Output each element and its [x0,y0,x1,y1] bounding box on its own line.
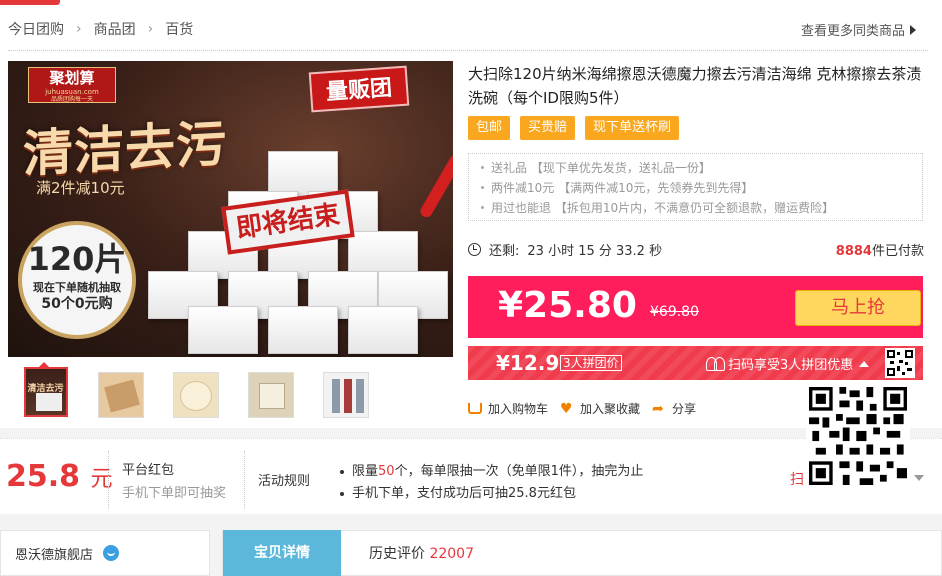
qr-code-small-icon [885,348,915,378]
caret-right-icon [910,24,916,35]
product-tags: 包邮 买贵赔 现下单送杯刷 [468,116,689,140]
bottom-bar: 恩沃德旗舰店 宝贝详情 历史评价 22007 [0,520,942,576]
chevron-right-icon: › [76,21,82,37]
top-tab-indicator [0,0,60,5]
thumbnail-image[interactable] [322,372,369,418]
thumbnail[interactable] [83,362,158,422]
thumbnail-image[interactable]: 清洁去污 [23,367,68,417]
section-gap [0,428,942,438]
product-title: 大扫除120片纳米海绵擦恩沃德魔力擦去污清洁海绵 克林擦擦去茶渍洗碗（每个ID限… [468,65,922,107]
caret-up-icon [859,360,870,367]
tab-details[interactable]: 宝贝详情 [223,530,341,576]
group-scan-hint: 扫码享受3人拼团优惠 [706,354,870,373]
detail-tabs: 宝贝详情 历史评价 22007 [222,530,942,576]
current-price: ¥25.80 [498,285,637,326]
add-to-cart-link[interactable]: 加入购物车 [468,400,548,417]
add-to-favorites-link[interactable]: ♥ 加入聚收藏 [560,400,640,417]
people-icon [706,356,725,371]
clock-icon [468,243,481,256]
thumbnail[interactable]: 清洁去污 [8,362,83,422]
wangwang-chat-icon[interactable] [103,545,120,561]
volume-tag: 量贩团 [308,65,410,113]
breadcrumb: 今日团购 › 商品团 › 百货 [8,18,193,40]
group-price: ¥12.9 [496,351,560,375]
thumbnail[interactable] [158,362,233,422]
juhuasuan-logo: 聚划算 juhuasuan.com 品质团购每一天 [28,67,116,103]
promotion-item: 用过也能退 【拆包用10片内，不满意仍可全额退款，赠运费险】 [481,198,922,218]
tag-free-shipping: 包邮 [468,116,511,140]
reviews-label: 历史评价 [369,546,425,562]
more-similar-link[interactable]: 查看更多同类商品 [801,20,916,39]
rules-label: 活动规则 [258,474,311,489]
sponge-stack-graphic [148,151,448,354]
group-price-label: 3人拼团价 [560,355,622,371]
share-label: 分享 [672,402,697,416]
count-badge: 120片 现在下单随机抽取 50个0元购 [18,221,136,339]
share-icon: ➦ [652,400,664,417]
add-to-cart-label: 加入购物车 [488,402,549,416]
red-packet-unit: 元 [90,467,113,492]
red-packet-panel: 25.8 元 平台红包 手机下单即可抽奖 活动规则 限量50个，每单限抽一次（免… [0,438,942,514]
price-panel: ¥25.80 ¥69.80 马上抢 [468,276,923,338]
shop-name: 恩沃德旗舰店 [15,547,94,563]
divider [244,451,245,509]
chevron-right-icon: › [147,21,154,37]
more-similar-label: 查看更多同类商品 [800,24,905,39]
group-buy-bar[interactable]: ¥12.9 3人拼团价 扫码享受3人拼团优惠 [468,346,923,380]
red-packet-subtitle: 手机下单即可抽奖 [122,486,227,501]
red-packet-value: 25.8 [6,459,81,494]
sold-suffix: 件已付款 [871,244,924,259]
thumbnail[interactable] [308,362,383,422]
promotion-item: 送礼品 【现下单优先发货，送礼品一份】 [481,158,922,178]
scan-link[interactable]: 扫 [790,469,804,489]
tab-reviews[interactable]: 历史评价 22007 [369,543,474,563]
red-packet-title: 平台红包 [122,463,175,478]
tag-gift-brush: 现下单送杯刷 [585,116,680,140]
thumbnail[interactable] [233,362,308,422]
breadcrumb-item[interactable]: 今日团购 [8,19,64,39]
thumbnail-image[interactable] [97,372,144,418]
promotion-item: 两件减10元 【满两件减10元，先领券先到先得】 [481,178,922,198]
promotion-list: 送礼品 【现下单优先发货，送礼品一份】 两件减10元 【满两件减10元，先领券先… [468,153,923,221]
cart-icon [468,403,482,414]
qr-code-popup [806,384,910,488]
thumbnail-image[interactable] [247,372,294,418]
share-link[interactable]: ➦ 分享 [652,400,696,417]
tag-price-guarantee: 买贵赔 [520,116,576,140]
countdown-value: 23 小时 15 分 33.2 秒 [527,244,663,259]
red-packet-section: 25.8 元 平台红包 手机下单即可抽奖 活动规则 限量50个，每单限抽一次（免… [0,438,942,520]
product-main-image[interactable]: 聚划算 juhuasuan.com 品质团购每一天 清洁去污 满2件减10元 量… [8,61,453,357]
reviews-count: 22007 [429,546,474,562]
breadcrumb-item[interactable]: 商品团 [94,19,136,39]
rule-item: 限量50个，每单限抽一次（免单限1件），抽完为止 [339,461,643,483]
sold-number: 8884 [835,244,872,259]
action-links: 加入购物车 ♥ 加入聚收藏 ➦ 分享 [468,400,708,417]
divider [8,50,928,51]
heart-icon: ♥ [560,400,573,417]
thumbnail-image[interactable] [172,372,219,418]
group-scan-text: 扫码享受3人拼团优惠 [728,358,854,373]
image-promo: 满2件减10元 [36,179,125,197]
thumbnail-strip: 清洁去污 [8,362,383,422]
rules-list: 限量50个，每单限抽一次（免单限1件），抽完为止 手机下单，支付成功后可抽25.… [339,461,643,505]
page: 今日团购 › 商品团 › 百货 查看更多同类商品 聚划算 juhuasuan.c… [0,0,942,576]
shop-box[interactable]: 恩沃德旗舰店 [0,530,210,576]
original-price: ¥69.80 [650,304,699,320]
countdown-label: 还剩: [489,244,520,259]
divider [108,451,109,509]
red-packet-amount: 25.8 元 [6,459,113,494]
rule-item: 手机下单，支付成功后可抽25.8元红包 [339,483,643,505]
countdown: 还剩: 23 小时 15 分 33.2 秒 [468,240,662,259]
buy-now-button[interactable]: 马上抢 [795,290,921,326]
sold-count: 8884件已付款 [836,240,924,259]
breadcrumb-item[interactable]: 百货 [165,19,193,39]
add-to-favorites-label: 加入聚收藏 [580,402,641,416]
caret-down-icon [914,475,924,481]
